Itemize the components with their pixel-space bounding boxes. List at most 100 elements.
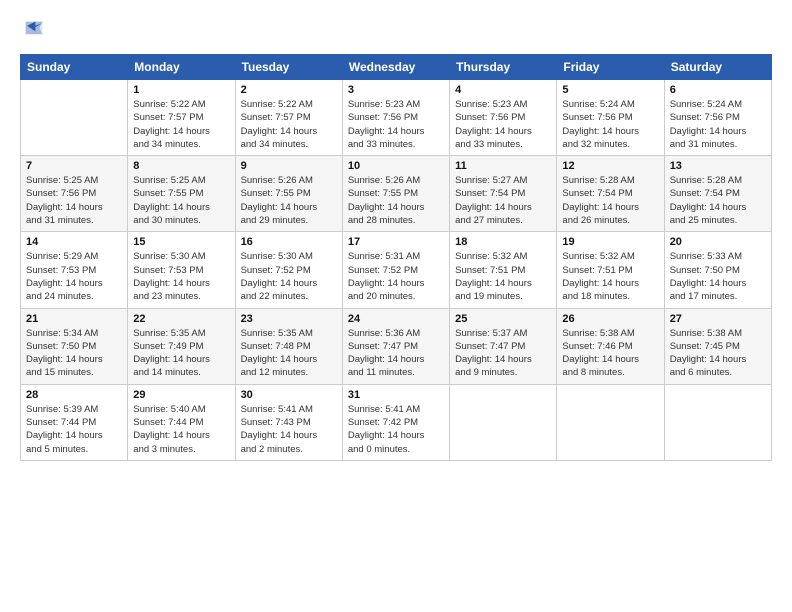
day-number: 1 [133,84,229,96]
calendar-cell: 15 Sunrise: 5:30 AMSunset: 7:53 PMDayligh… [128,232,235,308]
calendar-week-row: 14 Sunrise: 5:29 AMSunset: 7:53 PMDayligh… [21,232,772,308]
day-info: Sunrise: 5:30 AMSunset: 7:53 PMDaylight:… [133,250,229,303]
calendar-cell: 6 Sunrise: 5:24 AMSunset: 7:56 PMDaylight… [664,80,771,156]
page: SundayMondayTuesdayWednesdayThursdayFrid… [0,0,792,612]
day-number: 9 [241,160,337,172]
day-of-week-header: Sunday [21,55,128,80]
day-info: Sunrise: 5:36 AMSunset: 7:47 PMDaylight:… [348,327,444,380]
calendar-header: SundayMondayTuesdayWednesdayThursdayFrid… [21,55,772,80]
logo [20,16,52,44]
calendar-cell: 22 Sunrise: 5:35 AMSunset: 7:49 PMDayligh… [128,308,235,384]
day-number: 11 [455,160,551,172]
day-of-week-header: Wednesday [342,55,449,80]
calendar-cell: 18 Sunrise: 5:32 AMSunset: 7:51 PMDayligh… [450,232,557,308]
calendar-cell: 17 Sunrise: 5:31 AMSunset: 7:52 PMDayligh… [342,232,449,308]
calendar-cell: 11 Sunrise: 5:27 AMSunset: 7:54 PMDayligh… [450,156,557,232]
day-info: Sunrise: 5:32 AMSunset: 7:51 PMDaylight:… [455,250,551,303]
day-info: Sunrise: 5:31 AMSunset: 7:52 PMDaylight:… [348,250,444,303]
calendar-body: 1 Sunrise: 5:22 AMSunset: 7:57 PMDaylight… [21,80,772,461]
calendar-week-row: 21 Sunrise: 5:34 AMSunset: 7:50 PMDayligh… [21,308,772,384]
calendar-cell: 13Sunrise: 5:28 AMSunset: 7:54 PMDayligh… [664,156,771,232]
calendar-cell: 2 Sunrise: 5:22 AMSunset: 7:57 PMDaylight… [235,80,342,156]
day-of-week-header: Tuesday [235,55,342,80]
calendar-cell: 5 Sunrise: 5:24 AMSunset: 7:56 PMDaylight… [557,80,664,156]
day-number: 22 [133,313,229,325]
day-info: Sunrise: 5:23 AMSunset: 7:56 PMDaylight:… [348,98,444,151]
days-of-week-row: SundayMondayTuesdayWednesdayThursdayFrid… [21,55,772,80]
calendar-week-row: 7 Sunrise: 5:25 AMSunset: 7:56 PMDaylight… [21,156,772,232]
calendar-cell [557,384,664,460]
calendar-cell: 16Sunrise: 5:30 AMSunset: 7:52 PMDayligh… [235,232,342,308]
day-of-week-header: Thursday [450,55,557,80]
calendar-week-row: 28Sunrise: 5:39 AMSunset: 7:44 PMDayligh… [21,384,772,460]
day-info: Sunrise: 5:22 AMSunset: 7:57 PMDaylight:… [241,98,337,151]
calendar-cell: 25 Sunrise: 5:37 AMSunset: 7:47 PMDayligh… [450,308,557,384]
day-number: 5 [562,84,658,96]
header [20,16,772,44]
day-info: Sunrise: 5:34 AMSunset: 7:50 PMDaylight:… [26,327,122,380]
day-of-week-header: Friday [557,55,664,80]
calendar-cell: 20Sunrise: 5:33 AMSunset: 7:50 PMDayligh… [664,232,771,308]
day-number: 31 [348,389,444,401]
calendar-table: SundayMondayTuesdayWednesdayThursdayFrid… [20,54,772,461]
day-info: Sunrise: 5:24 AMSunset: 7:56 PMDaylight:… [670,98,766,151]
calendar-cell: 10 Sunrise: 5:26 AMSunset: 7:55 PMDayligh… [342,156,449,232]
day-number: 4 [455,84,551,96]
day-number: 30 [241,389,337,401]
day-info: Sunrise: 5:26 AMSunset: 7:55 PMDaylight:… [348,174,444,227]
day-info: Sunrise: 5:32 AMSunset: 7:51 PMDaylight:… [562,250,658,303]
day-number: 15 [133,236,229,248]
day-info: Sunrise: 5:27 AMSunset: 7:54 PMDaylight:… [455,174,551,227]
day-info: Sunrise: 5:38 AMSunset: 7:46 PMDaylight:… [562,327,658,380]
day-info: Sunrise: 5:40 AMSunset: 7:44 PMDaylight:… [133,403,229,456]
day-info: Sunrise: 5:22 AMSunset: 7:57 PMDaylight:… [133,98,229,151]
day-info: Sunrise: 5:35 AMSunset: 7:49 PMDaylight:… [133,327,229,380]
day-number: 8 [133,160,229,172]
day-info: Sunrise: 5:24 AMSunset: 7:56 PMDaylight:… [562,98,658,151]
day-of-week-header: Monday [128,55,235,80]
day-number: 10 [348,160,444,172]
day-info: Sunrise: 5:25 AMSunset: 7:56 PMDaylight:… [26,174,122,227]
calendar-cell: 3Sunrise: 5:23 AMSunset: 7:56 PMDaylight… [342,80,449,156]
day-number: 23 [241,313,337,325]
day-info: Sunrise: 5:41 AMSunset: 7:42 PMDaylight:… [348,403,444,456]
day-number: 6 [670,84,766,96]
calendar-cell: 1 Sunrise: 5:22 AMSunset: 7:57 PMDaylight… [128,80,235,156]
day-info: Sunrise: 5:29 AMSunset: 7:53 PMDaylight:… [26,250,122,303]
day-info: Sunrise: 5:35 AMSunset: 7:48 PMDaylight:… [241,327,337,380]
day-info: Sunrise: 5:37 AMSunset: 7:47 PMDaylight:… [455,327,551,380]
calendar-cell: 4 Sunrise: 5:23 AMSunset: 7:56 PMDaylight… [450,80,557,156]
day-number: 20 [670,236,766,248]
calendar-cell: 7 Sunrise: 5:25 AMSunset: 7:56 PMDaylight… [21,156,128,232]
day-number: 27 [670,313,766,325]
day-number: 14 [26,236,122,248]
day-number: 16 [241,236,337,248]
calendar-cell: 14 Sunrise: 5:29 AMSunset: 7:53 PMDayligh… [21,232,128,308]
day-number: 2 [241,84,337,96]
day-number: 18 [455,236,551,248]
calendar-cell: 19 Sunrise: 5:32 AMSunset: 7:51 PMDayligh… [557,232,664,308]
calendar-week-row: 1 Sunrise: 5:22 AMSunset: 7:57 PMDaylight… [21,80,772,156]
calendar-cell: 8Sunrise: 5:25 AMSunset: 7:55 PMDaylight… [128,156,235,232]
calendar-cell: 12Sunrise: 5:28 AMSunset: 7:54 PMDayligh… [557,156,664,232]
day-number: 21 [26,313,122,325]
day-number: 17 [348,236,444,248]
day-number: 26 [562,313,658,325]
calendar-cell: 21 Sunrise: 5:34 AMSunset: 7:50 PMDayligh… [21,308,128,384]
calendar-cell: 28Sunrise: 5:39 AMSunset: 7:44 PMDayligh… [21,384,128,460]
calendar-cell: 26 Sunrise: 5:38 AMSunset: 7:46 PMDayligh… [557,308,664,384]
day-number: 12 [562,160,658,172]
day-number: 24 [348,313,444,325]
day-of-week-header: Saturday [664,55,771,80]
day-info: Sunrise: 5:23 AMSunset: 7:56 PMDaylight:… [455,98,551,151]
day-number: 19 [562,236,658,248]
calendar-cell: 29Sunrise: 5:40 AMSunset: 7:44 PMDayligh… [128,384,235,460]
calendar-cell: 9 Sunrise: 5:26 AMSunset: 7:55 PMDaylight… [235,156,342,232]
calendar-cell: 27Sunrise: 5:38 AMSunset: 7:45 PMDayligh… [664,308,771,384]
day-info: Sunrise: 5:28 AMSunset: 7:54 PMDaylight:… [670,174,766,227]
day-number: 25 [455,313,551,325]
day-info: Sunrise: 5:26 AMSunset: 7:55 PMDaylight:… [241,174,337,227]
calendar-cell [664,384,771,460]
day-number: 7 [26,160,122,172]
calendar-cell: 24 Sunrise: 5:36 AMSunset: 7:47 PMDayligh… [342,308,449,384]
